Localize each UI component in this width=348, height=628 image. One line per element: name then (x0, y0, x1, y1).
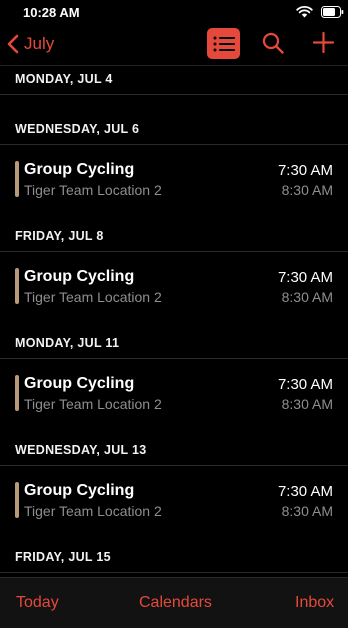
chevron-left-icon (7, 34, 19, 54)
event-title: Group Cycling (24, 161, 135, 178)
today-button[interactable]: Today (16, 594, 59, 612)
tab-bar: Today Calendars Inbox (0, 577, 348, 628)
event-row[interactable]: Group Cycling Tiger Team Location 2 7:30… (0, 252, 348, 308)
event-end-time: 8:30 AM (281, 289, 333, 305)
day-header: MONDAY, JUL 4 (0, 66, 348, 95)
day-header-label: MONDAY, JUL 11 (15, 336, 120, 350)
battery-icon (321, 6, 344, 18)
search-icon[interactable] (262, 32, 284, 54)
event-end-time: 8:30 AM (281, 182, 333, 198)
day-header: FRIDAY, JUL 15 (0, 544, 348, 573)
day-header: WEDNESDAY, JUL 6 (0, 116, 348, 145)
day-header-label: WEDNESDAY, JUL 6 (15, 122, 140, 136)
day-header-label: WEDNESDAY, JUL 13 (15, 443, 147, 457)
event-row[interactable]: Group Cycling Tiger Team Location 2 7:30… (0, 145, 348, 201)
day-header: FRIDAY, JUL 8 (0, 223, 348, 252)
status-time: 10:28 AM (23, 5, 80, 20)
day-header: WEDNESDAY, JUL 13 (0, 437, 348, 466)
event-location: Tiger Team Location 2 (24, 289, 162, 305)
calendars-button[interactable]: Calendars (139, 594, 212, 612)
event-end-time: 8:30 AM (281, 396, 333, 412)
event-location: Tiger Team Location 2 (24, 503, 162, 519)
day-header-label: FRIDAY, JUL 8 (15, 229, 104, 243)
event-title: Group Cycling (24, 268, 135, 285)
event-location: Tiger Team Location 2 (24, 396, 162, 412)
day-header-label: MONDAY, JUL 4 (15, 72, 113, 86)
event-color-bar (15, 268, 19, 304)
back-button[interactable]: July (6, 31, 54, 57)
event-start-time: 7:30 AM (277, 269, 333, 286)
event-start-time: 7:30 AM (277, 162, 333, 179)
nav-bar: July (0, 24, 348, 66)
day-header: MONDAY, JUL 11 (0, 330, 348, 359)
event-color-bar (15, 375, 19, 411)
event-row[interactable]: Group Cycling Tiger Team Location 2 7:30… (0, 466, 348, 522)
event-start-time: 7:30 AM (277, 483, 333, 500)
wifi-icon (296, 5, 313, 18)
event-end-time: 8:30 AM (281, 503, 333, 519)
status-bar: 10:28 AM (0, 0, 348, 24)
event-start-time: 7:30 AM (277, 376, 333, 393)
event-title: Group Cycling (24, 482, 135, 499)
event-title: Group Cycling (24, 375, 135, 392)
back-button-label: July (24, 34, 55, 53)
event-location: Tiger Team Location 2 (24, 182, 162, 198)
inbox-button[interactable]: Inbox (295, 594, 334, 612)
day-header-label: FRIDAY, JUL 15 (15, 550, 111, 564)
event-color-bar (15, 161, 19, 197)
event-color-bar (15, 482, 19, 518)
event-row[interactable]: Group Cycling Tiger Team Location 2 7:30… (0, 359, 348, 415)
list-icon (213, 36, 235, 51)
plus-icon[interactable] (313, 32, 334, 53)
list-view-button[interactable] (207, 28, 240, 59)
